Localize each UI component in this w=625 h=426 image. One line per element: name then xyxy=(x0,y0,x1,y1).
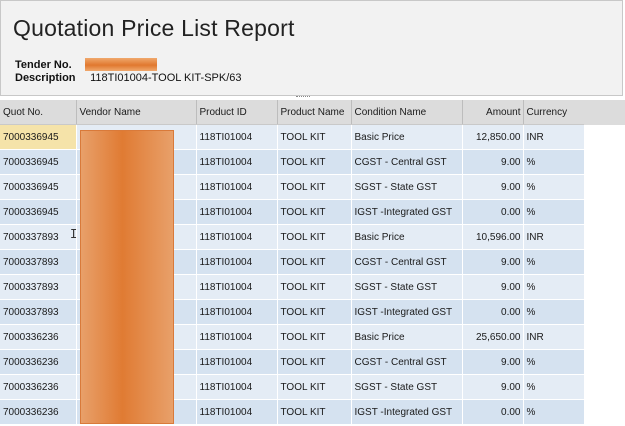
product-name-cell[interactable]: TOOL KIT xyxy=(277,149,352,175)
currency-cell[interactable]: INR xyxy=(523,324,585,350)
tender-row: Tender No. xyxy=(15,59,85,71)
condition-name-cell[interactable]: CGST - Central GST xyxy=(351,349,463,375)
quot-no-cell[interactable]: 7000336945 xyxy=(0,174,77,200)
column-header-vendor-name[interactable]: Vendor Name xyxy=(76,100,197,125)
table-header-row: Quot No. Vendor Name Product ID Product … xyxy=(0,100,585,125)
quot-no-cell[interactable]: 7000336236 xyxy=(0,399,77,425)
product-name-cell[interactable]: TOOL KIT xyxy=(277,174,352,200)
condition-name-cell[interactable]: CGST - Central GST xyxy=(351,249,463,275)
column-header-product-name[interactable]: Product Name xyxy=(277,100,352,125)
currency-cell[interactable]: % xyxy=(523,299,585,325)
product-id-cell[interactable]: 118TI01004 xyxy=(196,399,278,425)
quot-no-cell[interactable]: 7000336945 xyxy=(0,124,77,150)
currency-cell[interactable]: % xyxy=(523,374,585,400)
quot-no-cell[interactable]: 7000336236 xyxy=(0,374,77,400)
condition-name-cell[interactable]: SGST - State GST xyxy=(351,274,463,300)
amount-cell[interactable]: 0.00 xyxy=(462,299,524,325)
product-name-cell[interactable]: TOOL KIT xyxy=(277,299,352,325)
grid-header-filler xyxy=(584,100,625,125)
quot-no-cell[interactable]: 7000337893 xyxy=(0,224,77,250)
quot-no-cell[interactable]: 7000336236 xyxy=(0,324,77,350)
description-value: 118TI01004-TOOL KIT-SPK/63 xyxy=(90,72,242,84)
currency-cell[interactable]: % xyxy=(523,199,585,225)
product-id-cell[interactable]: 118TI01004 xyxy=(196,224,278,250)
product-name-cell[interactable]: TOOL KIT xyxy=(277,224,352,250)
product-id-cell[interactable]: 118TI01004 xyxy=(196,199,278,225)
condition-name-cell[interactable]: CGST - Central GST xyxy=(351,149,463,175)
tender-label: Tender No. xyxy=(15,59,72,71)
column-header-product-id[interactable]: Product ID xyxy=(196,100,278,125)
product-name-cell[interactable]: TOOL KIT xyxy=(277,399,352,425)
product-name-cell[interactable]: TOOL KIT xyxy=(277,249,352,275)
condition-name-cell[interactable]: IGST -Integrated GST xyxy=(351,399,463,425)
product-name-cell[interactable]: TOOL KIT xyxy=(277,324,352,350)
currency-cell[interactable]: INR xyxy=(523,124,585,150)
amount-cell[interactable]: 25,650.00 xyxy=(462,324,524,350)
amount-cell[interactable]: 9.00 xyxy=(462,174,524,200)
condition-name-cell[interactable]: Basic Price xyxy=(351,224,463,250)
report-title: Quotation Price List Report xyxy=(13,15,295,41)
product-name-cell[interactable]: TOOL KIT xyxy=(277,374,352,400)
report-header: Quotation Price List Report Tender No. D… xyxy=(0,0,623,96)
product-name-cell[interactable]: TOOL KIT xyxy=(277,274,352,300)
amount-cell[interactable]: 0.00 xyxy=(462,399,524,425)
currency-cell[interactable]: % xyxy=(523,149,585,175)
amount-cell[interactable]: 10,596.00 xyxy=(462,224,524,250)
amount-cell[interactable]: 9.00 xyxy=(462,149,524,175)
product-id-cell[interactable]: 118TI01004 xyxy=(196,274,278,300)
column-header-currency[interactable]: Currency xyxy=(523,100,585,125)
currency-cell[interactable]: % xyxy=(523,349,585,375)
product-id-cell[interactable]: 118TI01004 xyxy=(196,124,278,150)
product-id-cell[interactable]: 118TI01004 xyxy=(196,249,278,275)
vendor-name-redaction xyxy=(80,130,174,424)
quot-no-cell[interactable]: 7000337893 xyxy=(0,249,77,275)
column-header-quot-no[interactable]: Quot No. xyxy=(0,100,77,125)
product-name-cell[interactable]: TOOL KIT xyxy=(277,199,352,225)
product-id-cell[interactable]: 118TI01004 xyxy=(196,349,278,375)
description-row: Description 118TI01004-TOOL KIT-SPK/63 xyxy=(15,72,242,84)
currency-cell[interactable]: % xyxy=(523,274,585,300)
product-id-cell[interactable]: 118TI01004 xyxy=(196,324,278,350)
product-id-cell[interactable]: 118TI01004 xyxy=(196,374,278,400)
condition-name-cell[interactable]: SGST - State GST xyxy=(351,374,463,400)
quot-no-cell[interactable]: 7000336945 xyxy=(0,199,77,225)
product-name-cell[interactable]: TOOL KIT xyxy=(277,124,352,150)
amount-cell[interactable]: 9.00 xyxy=(462,249,524,275)
condition-name-cell[interactable]: IGST -Integrated GST xyxy=(351,199,463,225)
product-name-cell[interactable]: TOOL KIT xyxy=(277,349,352,375)
condition-name-cell[interactable]: Basic Price xyxy=(351,324,463,350)
condition-name-cell[interactable]: Basic Price xyxy=(351,124,463,150)
quot-no-cell[interactable]: 7000336236 xyxy=(0,349,77,375)
currency-cell[interactable]: % xyxy=(523,399,585,425)
currency-cell[interactable]: % xyxy=(523,174,585,200)
amount-cell[interactable]: 9.00 xyxy=(462,349,524,375)
amount-cell[interactable]: 12,850.00 xyxy=(462,124,524,150)
amount-cell[interactable]: 9.00 xyxy=(462,374,524,400)
product-id-cell[interactable]: 118TI01004 xyxy=(196,149,278,175)
description-label: Description xyxy=(15,72,76,84)
amount-cell[interactable]: 0.00 xyxy=(462,199,524,225)
product-id-cell[interactable]: 118TI01004 xyxy=(196,174,278,200)
quot-no-cell[interactable]: 7000337893 xyxy=(0,299,77,325)
currency-cell[interactable]: INR xyxy=(523,224,585,250)
column-header-condition-name[interactable]: Condition Name xyxy=(351,100,463,125)
currency-cell[interactable]: % xyxy=(523,249,585,275)
tender-number-redaction xyxy=(85,58,157,71)
amount-cell[interactable]: 9.00 xyxy=(462,274,524,300)
quot-no-cell[interactable]: 7000337893 xyxy=(0,274,77,300)
condition-name-cell[interactable]: IGST -Integrated GST xyxy=(351,299,463,325)
column-header-amount[interactable]: Amount xyxy=(462,100,524,125)
text-cursor-icon: I xyxy=(70,227,78,241)
quot-no-cell[interactable]: 7000336945 xyxy=(0,149,77,175)
condition-name-cell[interactable]: SGST - State GST xyxy=(351,174,463,200)
product-id-cell[interactable]: 118TI01004 xyxy=(196,299,278,325)
